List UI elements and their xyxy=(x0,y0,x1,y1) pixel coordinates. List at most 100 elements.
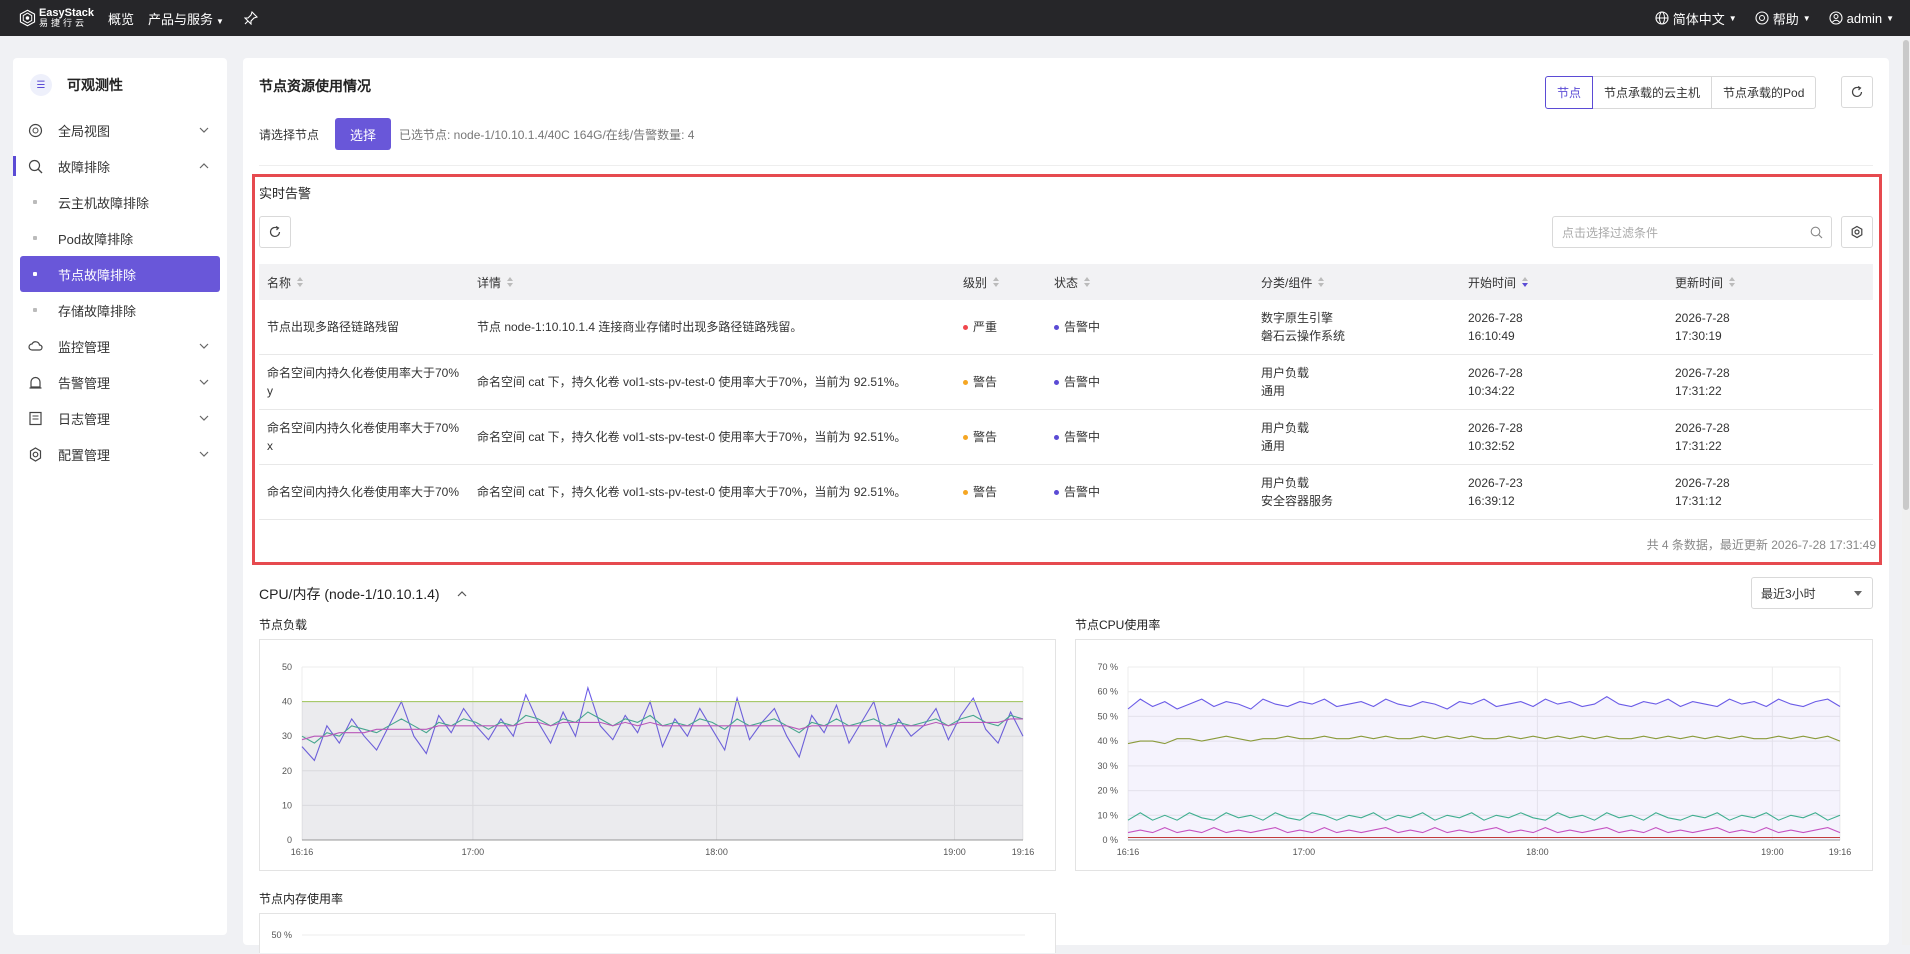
y-tick-label: 50 % xyxy=(271,930,292,940)
col-header-status[interactable]: 状态 xyxy=(1046,274,1253,291)
sidebar-sub-pod-troubleshoot[interactable]: Pod故障排除 xyxy=(13,220,227,256)
cell-detail: 命名空间 cat 下，持久化卷 vol1-sts-pv-test-0 使用率大于… xyxy=(477,485,907,499)
filter-search-input[interactable]: 点击选择过滤条件 xyxy=(1552,216,1832,248)
sidebar-item-global-view[interactable]: 全局视图 xyxy=(13,112,227,148)
chart-title-memory: 节点内存使用率 xyxy=(259,892,344,906)
sidebar-item-troubleshoot[interactable]: 故障排除 xyxy=(13,148,227,184)
scrollbar-thumb[interactable] xyxy=(1903,40,1909,510)
sort-icon xyxy=(507,277,514,287)
sidebar-sub-label: Pod故障排除 xyxy=(58,231,134,247)
component: 通用 xyxy=(1261,384,1286,398)
y-tick-label: 0 xyxy=(287,835,292,845)
y-tick-label: 20 xyxy=(282,766,292,776)
cell-category: 用户负载 通用 xyxy=(1253,419,1460,455)
start-clock: 10:34:22 xyxy=(1468,384,1515,398)
refresh-page-button[interactable] xyxy=(1841,76,1873,108)
user-menu[interactable]: admin ▼ xyxy=(1829,11,1894,26)
sidebar-item-label: 全局视图 xyxy=(58,123,111,139)
category: 用户负载 xyxy=(1261,421,1310,435)
caret-down-icon: ▼ xyxy=(1886,13,1894,23)
alert-name: 命名空间内持久化卷使用率大于70% xyxy=(267,485,460,499)
start-clock: 16:39:12 xyxy=(1468,494,1515,508)
col-header-detail[interactable]: 详情 xyxy=(469,274,955,291)
sidebar-item-label: 监控管理 xyxy=(58,339,111,355)
cell-name: 命名空间内持久化卷使用率大于70% xyxy=(259,483,469,501)
table-header: 名称 详情 级别 状态 分类/组件 开始时间 更新时间 xyxy=(259,264,1873,300)
sidebar-item-monitor[interactable]: 监控管理 xyxy=(13,328,227,364)
sort-icon xyxy=(297,277,304,287)
cell-name: 命名空间内持久化卷使用率大于70% x xyxy=(259,419,469,455)
tab-node-vms[interactable]: 节点承载的云主机 xyxy=(1592,76,1713,109)
status-text: 告警中 xyxy=(1064,375,1101,389)
component: 磐石云操作系统 xyxy=(1261,329,1346,343)
globe-icon xyxy=(28,123,43,137)
col-header-start-time[interactable]: 开始时间 xyxy=(1460,274,1667,291)
selected-node-info: 已选节点: node-1/10.10.1.4/40C 164G/在线/告警数量:… xyxy=(399,127,695,142)
table-row[interactable]: 命名空间内持久化卷使用率大于70% 命名空间 cat 下，持久化卷 vol1-st… xyxy=(259,465,1873,520)
sidebar-sub-storage-troubleshoot[interactable]: 存储故障排除 xyxy=(13,292,227,328)
update-date: 2026-7-28 xyxy=(1675,366,1730,380)
table-footer: 共 4 条数据，最近更新 2026-7-28 17:31:49 xyxy=(1646,538,1876,552)
sidebar-sub-label: 云主机故障排除 xyxy=(58,195,150,211)
gear-icon xyxy=(29,446,42,462)
pin-icon[interactable] xyxy=(243,11,258,25)
cell-update-time: 2026-7-28 17:31:22 xyxy=(1667,364,1873,400)
col-header-label: 分类/组件 xyxy=(1261,275,1313,290)
col-header-level[interactable]: 级别 xyxy=(955,274,1046,291)
x-tick-label: 17:00 xyxy=(1293,847,1316,857)
start-date: 2026-7-28 xyxy=(1468,311,1523,325)
x-tick-label: 19:00 xyxy=(1761,847,1784,857)
sort-icon xyxy=(1729,277,1736,287)
logo[interactable]: EasyStack 易捷行云 xyxy=(19,6,94,30)
language-menu[interactable]: 简体中文 ▼ xyxy=(1655,9,1737,28)
tab-node-pods[interactable]: 节点承载的Pod xyxy=(1711,76,1817,109)
nav-overview[interactable]: 概览 xyxy=(108,9,134,28)
tab-node[interactable]: 节点 xyxy=(1545,76,1594,109)
sidebar-sub-label: 存储故障排除 xyxy=(58,303,137,319)
x-tick-label: 19:16 xyxy=(1012,847,1035,857)
level-dot-icon xyxy=(963,324,968,330)
status-dot-icon xyxy=(1054,489,1059,495)
col-header-category[interactable]: 分类/组件 xyxy=(1253,274,1460,291)
table-row[interactable]: 命名空间内持久化卷使用率大于70% x 命名空间 cat 下，持久化卷 vol1-s… xyxy=(259,410,1873,465)
y-tick-label: 50 xyxy=(282,662,292,672)
table-row[interactable]: 节点出现多路径链路残留 节点 node-1:10.10.1.4 连接商业存储时出现… xyxy=(259,300,1873,355)
x-tick-label: 18:00 xyxy=(1526,847,1549,857)
y-tick-label: 60 % xyxy=(1097,687,1118,697)
time-range-select[interactable]: 最近3小时 xyxy=(1751,577,1873,609)
refresh-alerts-button[interactable] xyxy=(259,216,291,248)
start-date: 2026-7-23 xyxy=(1468,476,1523,490)
view-tabs: 节点 节点承载的云主机 节点承载的Pod xyxy=(1545,76,1817,109)
sidebar-sub-vm-troubleshoot[interactable]: 云主机故障排除 xyxy=(13,184,227,220)
cpu-section-title: CPU/内存 (node-1/10.10.1.4) xyxy=(259,586,440,602)
cell-start-time: 2026-7-23 16:39:12 xyxy=(1460,474,1667,510)
time-range-value: 最近3小时 xyxy=(1761,586,1816,601)
category: 用户负载 xyxy=(1261,366,1310,380)
cpu-memory-section[interactable]: CPU/内存 (node-1/10.10.1.4) xyxy=(259,584,467,604)
logo-text-en: EasyStack xyxy=(38,7,94,19)
sidebar-item-label: 日志管理 xyxy=(58,411,111,427)
globe-icon xyxy=(1655,11,1669,25)
col-header-name[interactable]: 名称 xyxy=(259,274,469,291)
table-row[interactable]: 命名空间内持久化卷使用率大于70% y 命名空间 cat 下，持久化卷 vol1-s… xyxy=(259,355,1873,410)
sidebar-item-config[interactable]: 配置管理 xyxy=(13,436,227,472)
sidebar-item-alarm[interactable]: 告警管理 xyxy=(13,364,227,400)
cell-start-time: 2026-7-28 10:32:52 xyxy=(1460,419,1667,455)
status-text: 告警中 xyxy=(1064,485,1101,499)
select-node-button[interactable]: 选择 xyxy=(335,118,392,150)
col-header-update-time[interactable]: 更新时间 xyxy=(1667,274,1873,291)
sidebar-sub-node-troubleshoot[interactable]: 节点故障排除 xyxy=(20,256,220,292)
chart-svg: 0 % 10 % 20 % 30 % 40 % 50 % 60 % 70 % 16:16 17:0… xyxy=(1097,662,1851,857)
help-menu[interactable]: 帮助 ▼ xyxy=(1755,9,1811,28)
sidebar-item-log[interactable]: 日志管理 xyxy=(13,400,227,436)
alert-name-suffix: x xyxy=(267,439,273,453)
alert-name-suffix: y xyxy=(267,384,273,398)
nav-products[interactable]: 产品与服务 ▼ xyxy=(148,9,224,28)
select-node-label: 请选择节点 xyxy=(259,127,320,142)
sidebar-item-label: 故障排除 xyxy=(58,159,111,175)
alert-name: 命名空间内持久化卷使用率大于70% xyxy=(267,421,460,435)
update-date: 2026-7-28 xyxy=(1675,476,1730,490)
sidebar: ☰ 可观测性 全局视图 故障排除 云主机故障排除 Pod故障排除 节点故障排除 存… xyxy=(13,58,227,935)
table-settings-button[interactable] xyxy=(1841,216,1873,248)
page-scrollbar[interactable] xyxy=(1902,40,1910,945)
